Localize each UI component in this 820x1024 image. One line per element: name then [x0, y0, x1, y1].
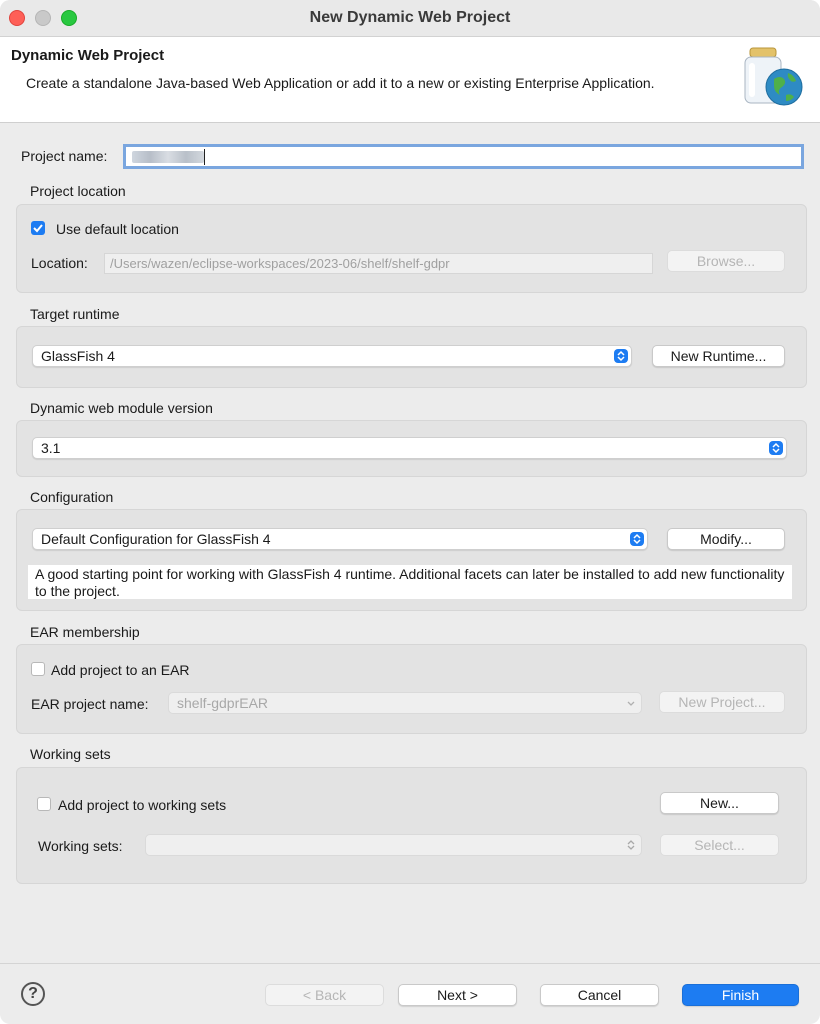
location-input[interactable]: /Users/wazen/eclipse-workspaces/2023-06/…: [104, 253, 653, 274]
configuration-heading: Configuration: [30, 489, 114, 505]
location-label: Location:: [31, 255, 88, 271]
ear-project-name-value: shelf-gdprEAR: [177, 695, 269, 711]
add-to-ear-label: Add project to an EAR: [51, 662, 190, 678]
window-title: New Dynamic Web Project: [309, 9, 511, 26]
configuration-value: Default Configuration for GlassFish 4: [41, 531, 271, 547]
footer-divider: [0, 963, 820, 964]
add-to-working-sets-checkbox[interactable]: [37, 797, 51, 811]
text-caret: [204, 149, 205, 165]
title-bar: New Dynamic Web Project: [0, 0, 820, 37]
project-name-label: Project name:: [21, 148, 108, 164]
wizard-banner: Dynamic Web Project Create a standalone …: [0, 37, 820, 123]
back-button[interactable]: < Back: [265, 984, 384, 1006]
working-sets-label: Working sets:: [38, 838, 123, 854]
ear-membership-heading: EAR membership: [30, 624, 140, 640]
next-button[interactable]: Next >: [398, 984, 517, 1006]
working-sets-group: [16, 767, 807, 884]
project-location-heading: Project location: [30, 183, 126, 199]
use-default-location-label: Use default location: [56, 221, 179, 237]
ear-membership-group: [16, 644, 807, 734]
project-location-group: [16, 204, 807, 293]
updown-chevron-icon: [614, 349, 628, 363]
cancel-button[interactable]: Cancel: [540, 984, 659, 1006]
working-sets-heading: Working sets: [30, 746, 111, 762]
dialog-window: New Dynamic Web Project Dynamic Web Proj…: [0, 0, 820, 1024]
configuration-select[interactable]: Default Configuration for GlassFish 4: [32, 528, 648, 550]
redacted-project-name: [132, 151, 204, 163]
target-runtime-value: GlassFish 4: [41, 348, 115, 364]
ear-project-name-select[interactable]: shelf-gdprEAR: [168, 692, 642, 714]
ear-project-name-label: EAR project name:: [31, 696, 149, 712]
wizard-description: Create a standalone Java-based Web Appli…: [26, 75, 655, 91]
use-default-location-checkbox[interactable]: [31, 221, 45, 235]
new-working-set-button[interactable]: New...: [660, 792, 779, 814]
updown-chevron-icon: [624, 838, 638, 852]
modify-configuration-button[interactable]: Modify...: [667, 528, 785, 550]
chevron-down-icon: [624, 696, 638, 710]
target-runtime-heading: Target runtime: [30, 306, 120, 322]
add-to-working-sets-label: Add project to working sets: [58, 797, 227, 813]
working-sets-select[interactable]: [145, 834, 642, 856]
select-working-sets-button[interactable]: Select...: [660, 834, 779, 856]
add-to-ear-checkbox[interactable]: [31, 662, 45, 676]
new-ear-project-button[interactable]: New Project...: [659, 691, 785, 713]
help-icon[interactable]: ?: [21, 982, 45, 1006]
browse-location-button[interactable]: Browse...: [667, 250, 785, 272]
module-version-select[interactable]: 3.1: [32, 437, 787, 459]
configuration-description: A good starting point for working with G…: [28, 565, 792, 599]
module-version-value: 3.1: [41, 440, 61, 456]
updown-chevron-icon: [630, 532, 644, 546]
new-runtime-button[interactable]: New Runtime...: [652, 345, 785, 367]
checkmark-icon: [33, 224, 43, 233]
updown-chevron-icon: [769, 441, 783, 455]
finish-button[interactable]: Finish: [682, 984, 799, 1006]
module-version-heading: Dynamic web module version: [30, 400, 213, 416]
wizard-title: Dynamic Web Project: [11, 47, 165, 64]
web-project-jar-icon: [744, 47, 803, 106]
target-runtime-select[interactable]: GlassFish 4: [32, 345, 632, 367]
project-name-input[interactable]: [123, 144, 804, 169]
